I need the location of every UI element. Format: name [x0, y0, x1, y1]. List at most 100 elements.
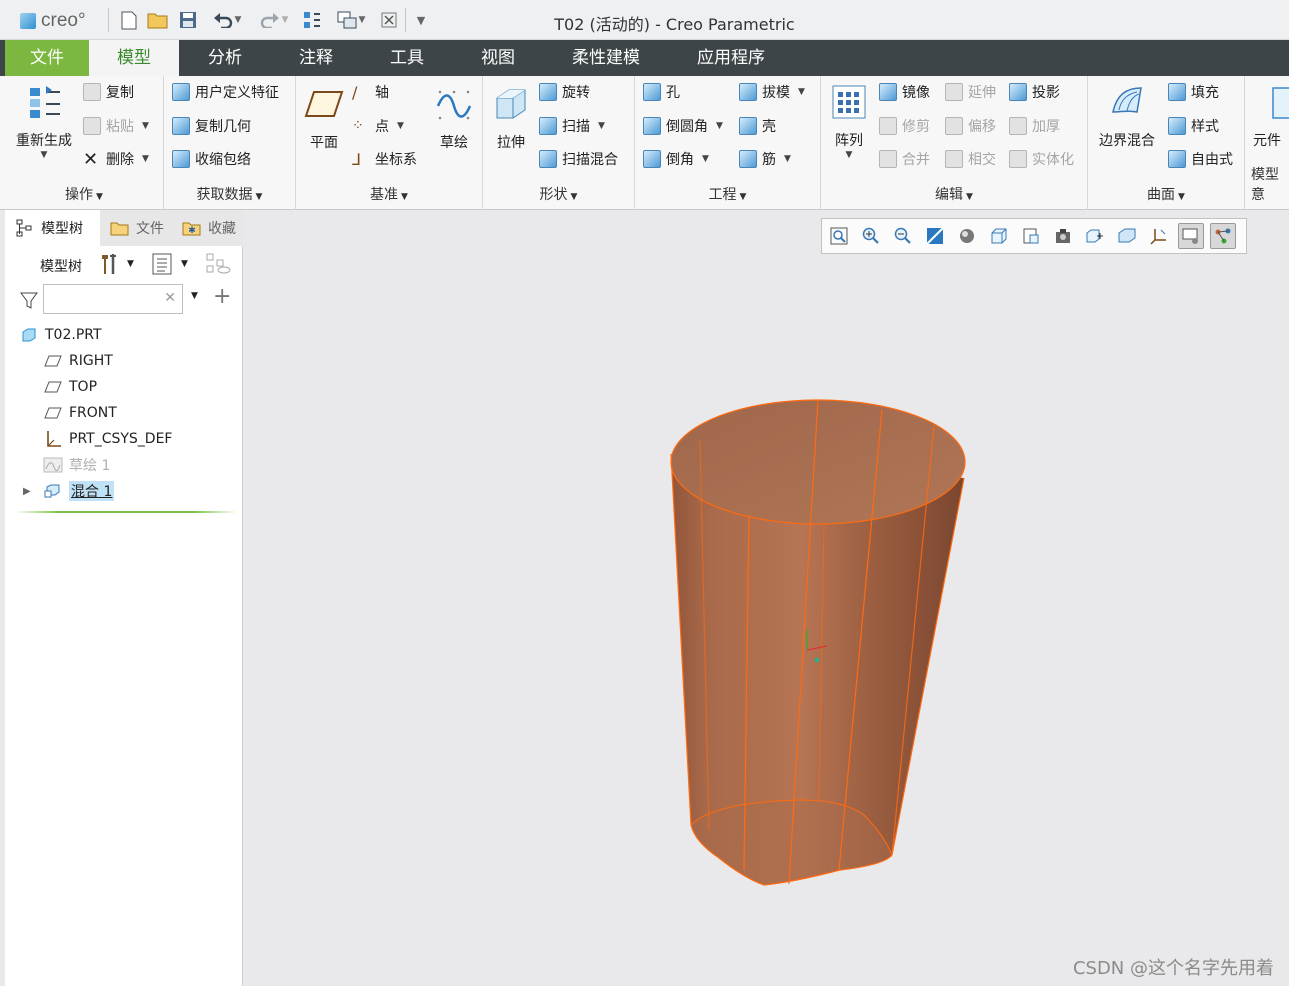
copy-geometry-button[interactable]: 复制几何 [172, 114, 251, 138]
point-button[interactable]: ⁘ 点 ▼ [352, 114, 404, 138]
clear-search-icon[interactable]: ✕ [164, 290, 176, 306]
tree-item-csys[interactable]: PRT_CSYS_DEF [43, 427, 172, 451]
group-model-intent-label[interactable]: 模型意 [1251, 164, 1289, 204]
tab-favorites[interactable]: ✱ 收藏 [172, 210, 243, 246]
copy-button[interactable]: 复制 [83, 80, 134, 104]
solidify-button[interactable]: 实体化 [1009, 147, 1074, 171]
group-datum-label[interactable]: 基准 ▼ [296, 184, 482, 204]
round-label: 倒圆角 [666, 119, 708, 135]
regenerate-button[interactable]: 重新生成 ▼ [9, 82, 79, 160]
tree-search-box[interactable]: ✕ [43, 284, 183, 314]
chamfer-button[interactable]: 倒角 ▼ [643, 147, 709, 171]
blend-solid[interactable] [670, 399, 966, 886]
show-columns-button[interactable]: ▼ [151, 252, 188, 276]
mirror-icon [879, 83, 897, 101]
tab-flexible-modeling[interactable]: 柔性建模 [560, 40, 652, 76]
style-label: 样式 [1191, 119, 1219, 135]
group-editing-label[interactable]: 编辑 ▼ [821, 184, 1087, 204]
component-button[interactable]: 元件 [1253, 82, 1289, 150]
hide-items-button[interactable] [205, 252, 231, 280]
datum-plane-icon [304, 91, 344, 117]
axis-button[interactable]: / 轴 [352, 80, 389, 104]
tab-folder-browser[interactable]: 文件 [100, 210, 172, 246]
delete-button[interactable]: ✕ 删除 ▼ [83, 147, 149, 171]
tab-folder-label: 文件 [136, 221, 164, 237]
search-options-dropdown[interactable]: ▼ [191, 291, 198, 301]
hide-items-icon [206, 253, 231, 274]
tab-view[interactable]: 视图 [463, 40, 533, 76]
thicken-button[interactable]: 加厚 [1009, 114, 1060, 138]
group-editing: 阵列 ▼ 镜像 修剪 合并 延伸 偏移 相交 投影 加厚 实体化 编辑 ▼ [821, 76, 1088, 210]
filter-icon[interactable] [19, 290, 39, 310]
navigator-panel: 模型树 文件 ✱ 收藏 模型树 ▼ ▼ ✕ ▼ + T02.PRT RIGHT … [5, 210, 243, 986]
shrinkwrap-button[interactable]: 收缩包络 [172, 147, 251, 171]
insert-here-marker[interactable] [15, 511, 237, 513]
tree-item-top-plane[interactable]: TOP [43, 375, 97, 399]
extend-button[interactable]: 延伸 [945, 80, 996, 104]
thicken-label: 加厚 [1032, 119, 1060, 135]
tree-item-front-plane[interactable]: FRONT [43, 401, 117, 425]
list-icon [152, 253, 172, 275]
merge-button[interactable]: 合并 [879, 147, 930, 171]
pattern-button[interactable]: 阵列 ▼ [827, 82, 871, 160]
boundary-blend-icon [1112, 87, 1142, 113]
plane-button[interactable]: 平面 [302, 84, 346, 152]
tab-applications[interactable]: 应用程序 [685, 40, 777, 76]
tab-model[interactable]: 模型 [89, 40, 179, 76]
tree-item-blend[interactable]: ▶ 混合 1 [23, 479, 115, 503]
tab-annotate[interactable]: 注释 [281, 40, 351, 76]
add-filter-icon[interactable]: + [213, 284, 231, 309]
regenerate-label: 重新生成 [16, 133, 72, 149]
tree-search-input[interactable] [44, 285, 154, 313]
paste-button[interactable]: 粘贴 ▼ [83, 114, 149, 138]
trim-button[interactable]: 修剪 [879, 114, 930, 138]
offset-button[interactable]: 偏移 [945, 114, 996, 138]
tree-item-sketch[interactable]: 草绘 1 [43, 453, 110, 477]
revolve-button[interactable]: 旋转 [539, 80, 590, 104]
expand-arrow-icon[interactable]: ▶ [23, 486, 43, 497]
extrude-button[interactable]: 拉伸 [489, 84, 533, 152]
group-surfaces-label[interactable]: 曲面 ▼ [1088, 184, 1244, 204]
csys-button[interactable]: ⅃ 坐标系 [352, 147, 417, 171]
sketch-button[interactable]: 草绘 [432, 84, 476, 152]
model-display[interactable] [244, 210, 1289, 986]
group-engineering-label[interactable]: 工程 ▼ [635, 184, 820, 204]
fill-label: 填充 [1191, 85, 1219, 101]
draft-button[interactable]: 拔模 ▼ [739, 80, 805, 104]
round-button[interactable]: 倒圆角 ▼ [643, 114, 723, 138]
tab-file[interactable]: 文件 [5, 40, 89, 76]
copy-icon [83, 83, 101, 101]
tab-tools[interactable]: 工具 [372, 40, 442, 76]
ribbon-tabs: 文件 模型 分析 注释 工具 视图 柔性建模 应用程序 [0, 40, 1289, 76]
project-button[interactable]: 投影 [1009, 80, 1060, 104]
sketch-icon [43, 457, 63, 473]
intersect-button[interactable]: 相交 [945, 147, 996, 171]
swept-blend-button[interactable]: 扫描混合 [539, 147, 618, 171]
fill-button[interactable]: 填充 [1168, 80, 1219, 104]
group-shapes-label[interactable]: 形状 ▼ [483, 184, 634, 204]
tab-analysis[interactable]: 分析 [190, 40, 260, 76]
tree-item-part[interactable]: T02.PRT [19, 323, 102, 347]
delete-icon: ✕ [83, 148, 99, 170]
rib-button[interactable]: 筋 ▼ [739, 147, 791, 171]
tree-item-label: RIGHT [69, 353, 113, 369]
copy-geometry-icon [172, 117, 190, 135]
group-operations-label[interactable]: 操作 ▼ [5, 184, 163, 204]
tab-model-tree[interactable]: 模型树 [5, 210, 100, 246]
hole-button[interactable]: 孔 [643, 80, 680, 104]
tree-item-right-plane[interactable]: RIGHT [43, 349, 113, 373]
csys-label: 坐标系 [375, 152, 417, 168]
shell-button[interactable]: 壳 [739, 114, 776, 138]
offset-icon [945, 117, 963, 135]
boundary-blend-button[interactable]: 边界混合 [1092, 82, 1162, 150]
mirror-button[interactable]: 镜像 [879, 80, 930, 104]
graphics-window[interactable]: CSDN @这个名字先用着 [244, 210, 1289, 986]
udf-button[interactable]: 用户定义特征 [172, 80, 279, 104]
sweep-button[interactable]: 扫描 ▼ [539, 114, 605, 138]
shrinkwrap-icon [172, 150, 190, 168]
tree-settings-button[interactable]: ▼ [97, 252, 134, 276]
style-button[interactable]: 样式 [1168, 114, 1219, 138]
shell-icon [739, 117, 757, 135]
group-get-data-label[interactable]: 获取数据 ▼ [164, 184, 295, 204]
freestyle-button[interactable]: 自由式 [1168, 147, 1233, 171]
